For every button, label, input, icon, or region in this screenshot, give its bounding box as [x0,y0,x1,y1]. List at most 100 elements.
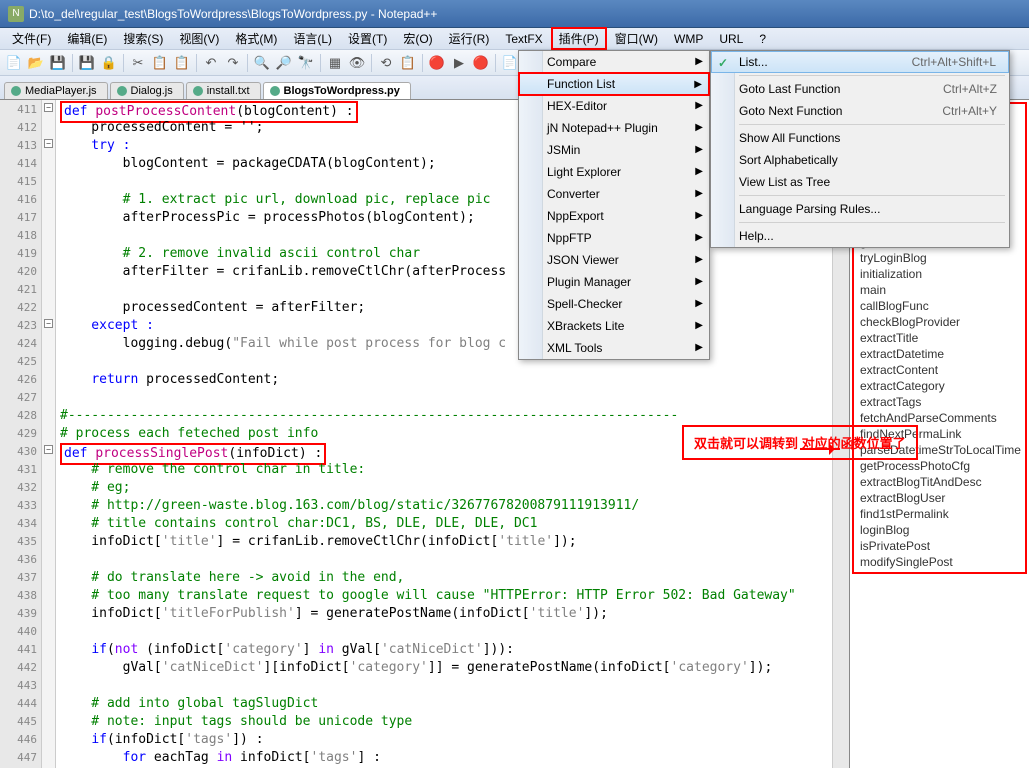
tab-state-icon [270,86,280,96]
plugin-menu-jNNotepadPlugin[interactable]: jN Notepad++ Plugin▶ [519,117,709,139]
plugin-menu-HEXEditor[interactable]: HEX-Editor▶ [519,95,709,117]
plugin-menu-JSONViewer[interactable]: JSON Viewer▶ [519,249,709,271]
submenu-Help[interactable]: Help... [711,225,1009,247]
submenu-arrow-icon: ▶ [695,188,703,199]
toolbar-btn-18[interactable]: ▶ [449,53,469,73]
menu-R[interactable]: 运行(R) [441,27,498,50]
plugin-menu-PluginManager[interactable]: Plugin Manager▶ [519,271,709,293]
menu-V[interactable]: 视图(V) [171,27,227,50]
fold-marker[interactable]: − [44,319,53,328]
toolbar-btn-12[interactable]: 🔭 [296,53,316,73]
menu-[interactable]: ? [751,29,774,49]
function-list-item[interactable]: extractBlogTitAndDesc [854,474,1025,490]
fold-marker[interactable]: − [44,445,53,454]
toolbar-btn-1[interactable]: 📂 [26,53,46,73]
submenu-ShowAllFunctions[interactable]: Show All Functions [711,127,1009,149]
code-line: # remove the control char in title: [60,461,828,479]
plugin-menu-SpellChecker[interactable]: Spell-Checker▶ [519,293,709,315]
menu-S[interactable]: 搜索(S) [115,27,171,50]
function-list-item[interactable]: extractTitle [854,330,1025,346]
menu-T[interactable]: 设置(T) [340,27,395,50]
plugin-menu-Compare[interactable]: Compare▶ [519,51,709,73]
menu-TextFX[interactable]: TextFX [497,29,550,49]
line-number: 421 [0,281,37,299]
menu-P[interactable]: 插件(P) [551,27,607,50]
menu-M[interactable]: 格式(M) [227,27,285,50]
toolbar-btn-6[interactable]: 📋 [150,53,170,73]
function-list-item[interactable]: extractTags [854,394,1025,410]
menu-L[interactable]: 语言(L) [285,27,340,50]
plugin-menu-XMLTools[interactable]: XML Tools▶ [519,337,709,359]
function-list-item[interactable]: checkBlogProvider [854,314,1025,330]
tab-installtxt[interactable]: install.txt [186,82,261,99]
tab-Dialogjs[interactable]: Dialog.js [110,82,184,99]
code-line [60,281,828,299]
toolbar-btn-2[interactable]: 💾 [48,53,68,73]
menubar: 文件(F)编辑(E)搜索(S)视图(V)格式(M)语言(L)设置(T)宏(O)运… [0,28,1029,50]
function-list-item[interactable]: loginBlog [854,522,1025,538]
menu-E[interactable]: 编辑(E) [59,27,115,50]
code-line [60,353,828,371]
submenu-LanguageParsingRules[interactable]: Language Parsing Rules... [711,198,1009,220]
submenu-GotoNextFunction[interactable]: Goto Next FunctionCtrl+Alt+Y [711,100,1009,122]
menu-W[interactable]: 窗口(W) [607,27,666,50]
toolbar-btn-7[interactable]: 📋 [172,53,192,73]
function-list-item[interactable]: initialization [854,266,1025,282]
toolbar-btn-5[interactable]: ✂ [128,53,148,73]
toolbar-btn-10[interactable]: 🔍 [252,53,272,73]
toolbar-btn-8[interactable]: ↶ [201,53,221,73]
function-list-item[interactable]: extractBlogUser [854,490,1025,506]
toolbar-btn-16[interactable]: 📋 [398,53,418,73]
code-line: # do translate here -> avoid in the end, [60,569,828,587]
fold-marker[interactable]: − [44,139,53,148]
menu-F[interactable]: 文件(F) [4,27,59,50]
submenu-arrow-icon: ▶ [695,56,703,67]
toolbar-btn-17[interactable]: 🔴 [427,53,447,73]
submenu-GotoLastFunction[interactable]: Goto Last FunctionCtrl+Alt+Z [711,78,1009,100]
function-list-item[interactable]: tryLoginBlog [854,250,1025,266]
function-list-item[interactable]: fetchAndParseComments [854,410,1025,426]
plugin-menu-LightExplorer[interactable]: Light Explorer▶ [519,161,709,183]
function-list-item[interactable]: modifySinglePost [854,554,1025,570]
toolbar-btn-9[interactable]: ↷ [223,53,243,73]
code-line: #---------------------------------------… [60,407,828,425]
toolbar-btn-3[interactable]: 💾 [77,53,97,73]
toolbar-btn-0[interactable]: 📄 [4,53,24,73]
line-number: 441 [0,641,37,659]
menu-O[interactable]: 宏(O) [395,27,440,50]
toolbar-btn-11[interactable]: 🔎 [274,53,294,73]
submenu-SortAlphabetically[interactable]: Sort Alphabetically [711,149,1009,171]
menu-WMP[interactable]: WMP [666,29,711,49]
function-list-item[interactable]: isPrivatePost [854,538,1025,554]
menu-label: XBrackets Lite [547,319,624,333]
toolbar-btn-20[interactable]: 📄 [500,53,520,73]
submenu-ViewListasTree[interactable]: View List as Tree [711,171,1009,193]
line-number: 426 [0,371,37,389]
function-list-item[interactable]: extractDatetime [854,346,1025,362]
plugin-menu-FunctionList[interactable]: Function List▶ [519,73,709,95]
line-number: 430 [0,443,37,461]
menu-separator [739,222,1005,223]
menu-URL[interactable]: URL [711,29,751,49]
plugin-menu-NppFTP[interactable]: NppFTP▶ [519,227,709,249]
function-list-item[interactable]: extractContent [854,362,1025,378]
toolbar-btn-19[interactable]: 🔴 [471,53,491,73]
toolbar-btn-14[interactable]: 👁 [347,53,367,73]
toolbar-btn-13[interactable]: ▦ [325,53,345,73]
plugin-menu-XBracketsLite[interactable]: XBrackets Lite▶ [519,315,709,337]
function-list-item[interactable]: extractCategory [854,378,1025,394]
toolbar-btn-4[interactable]: 🔒 [99,53,119,73]
tab-BlogsToWordpresspy[interactable]: BlogsToWordpress.py [263,82,411,99]
function-list-item[interactable]: getProcessPhotoCfg [854,458,1025,474]
fold-marker[interactable]: − [44,103,53,112]
plugin-menu-Converter[interactable]: Converter▶ [519,183,709,205]
tab-MediaPlayerjs[interactable]: MediaPlayer.js [4,82,108,99]
function-list-item[interactable]: callBlogFunc [854,298,1025,314]
plugin-menu-NppExport[interactable]: NppExport▶ [519,205,709,227]
plugin-menu-JSMin[interactable]: JSMin▶ [519,139,709,161]
line-number: 422 [0,299,37,317]
function-list-item[interactable]: main [854,282,1025,298]
submenu-List[interactable]: ✓List...Ctrl+Alt+Shift+L [711,51,1009,73]
function-list-item[interactable]: find1stPermalink [854,506,1025,522]
toolbar-btn-15[interactable]: ⟲ [376,53,396,73]
